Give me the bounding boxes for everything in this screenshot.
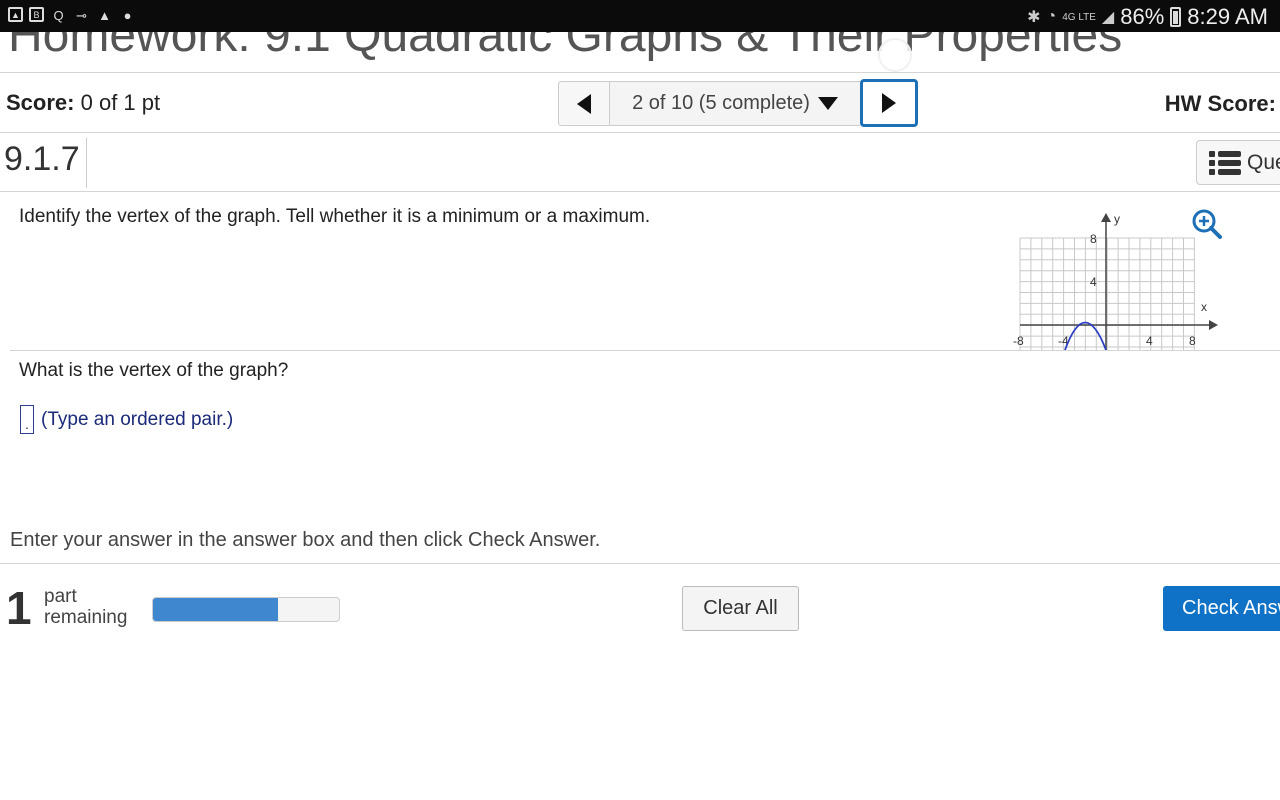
warning-icon: ▲ — [98, 8, 111, 23]
triangle-down-icon — [817, 97, 838, 110]
wifi-icon: ◔ — [1046, 8, 1057, 25]
sub-question: What is the vertex of the graph? — [19, 360, 289, 381]
y-axis-arrow-icon — [1101, 213, 1111, 222]
score-display: Score: 0 of 1 pt — [6, 90, 160, 116]
x-tick-label-4: 4 — [1146, 334, 1153, 348]
divider — [0, 563, 1280, 564]
parts-remaining-count: 1 — [6, 582, 32, 634]
x-tick-label-neg8: -8 — [1013, 334, 1024, 348]
previous-question-button[interactable] — [558, 81, 610, 126]
divider — [86, 138, 87, 188]
question-list-button[interactable]: Que — [1196, 140, 1280, 185]
divider — [10, 350, 1280, 351]
question-prompt: Identify the vertex of the graph. Tell w… — [19, 206, 651, 227]
answer-input[interactable]: . — [20, 405, 34, 434]
b-icon: B — [29, 7, 44, 22]
graph-grid — [1019, 237, 1195, 350]
network-label: 4G LTE — [1062, 11, 1096, 23]
progress-bar — [152, 597, 340, 622]
zoom-in-icon[interactable] — [1190, 207, 1224, 241]
battery-icon — [1170, 7, 1182, 27]
progress-fill — [153, 598, 278, 621]
answer-hint: (Type an ordered pair.) — [41, 408, 234, 430]
triangle-right-icon — [882, 93, 896, 113]
key-icon: ⊸ — [76, 7, 87, 23]
score-value: 0 of 1 pt — [80, 90, 161, 115]
status-bar: ▲ B Q ⊸ ▲ ● ✱ ◔ 4G LTE ◢ 86% 8:29 AM — [0, 0, 1280, 32]
clock: 8:29 AM — [1187, 4, 1268, 29]
bluetooth-icon: ✱ — [1027, 9, 1041, 26]
answer-row: . (Type an ordered pair.) — [20, 405, 233, 434]
question-select-dropdown[interactable]: 2 of 10 (5 complete) — [610, 81, 860, 126]
x-axis-arrow-icon — [1209, 320, 1218, 330]
remaining-word: remaining — [44, 607, 128, 628]
y-tick-label-4: 4 — [1090, 275, 1097, 289]
hw-score-label: HW Score: — [1164, 91, 1276, 116]
question-list-label: Que — [1247, 150, 1280, 174]
battery-percent: 86% — [1120, 4, 1165, 29]
y-tick-label-8: 8 — [1090, 232, 1097, 246]
x-axis-label: x — [1201, 300, 1207, 314]
x-tick-label-8: 8 — [1189, 334, 1196, 348]
divider — [0, 191, 1280, 192]
search-icon: Q — [53, 8, 64, 23]
question-number: 9.1.7 — [4, 140, 80, 178]
image-icon: ▲ — [8, 7, 23, 22]
signal-icon: ◢ — [1101, 9, 1115, 26]
score-label: Score: — [6, 90, 75, 115]
list-icon — [1209, 150, 1241, 175]
parts-remaining-text: part remaining — [44, 586, 127, 628]
alert-icon: ● — [123, 8, 132, 23]
y-axis-label: y — [1114, 212, 1120, 226]
triangle-left-icon — [577, 93, 591, 114]
divider — [0, 72, 1280, 73]
divider — [0, 132, 1280, 133]
instruction-text: Enter your answer in the answer box and … — [10, 529, 601, 551]
question-select-label: 2 of 10 (5 complete) — [632, 92, 810, 114]
part-word: part — [44, 586, 77, 607]
touch-indicator — [878, 38, 912, 72]
system-tray: ✱ ◔ 4G LTE ◢ 86% 8:29 AM — [1027, 4, 1268, 30]
question-navigator: 2 of 10 (5 complete) — [558, 79, 918, 127]
clear-all-button[interactable]: Clear All — [682, 586, 799, 631]
next-question-button[interactable] — [860, 79, 918, 127]
notification-icons: ▲ B Q ⊸ ▲ ● — [8, 7, 136, 24]
check-answer-button[interactable]: Check Answer — [1163, 586, 1280, 631]
